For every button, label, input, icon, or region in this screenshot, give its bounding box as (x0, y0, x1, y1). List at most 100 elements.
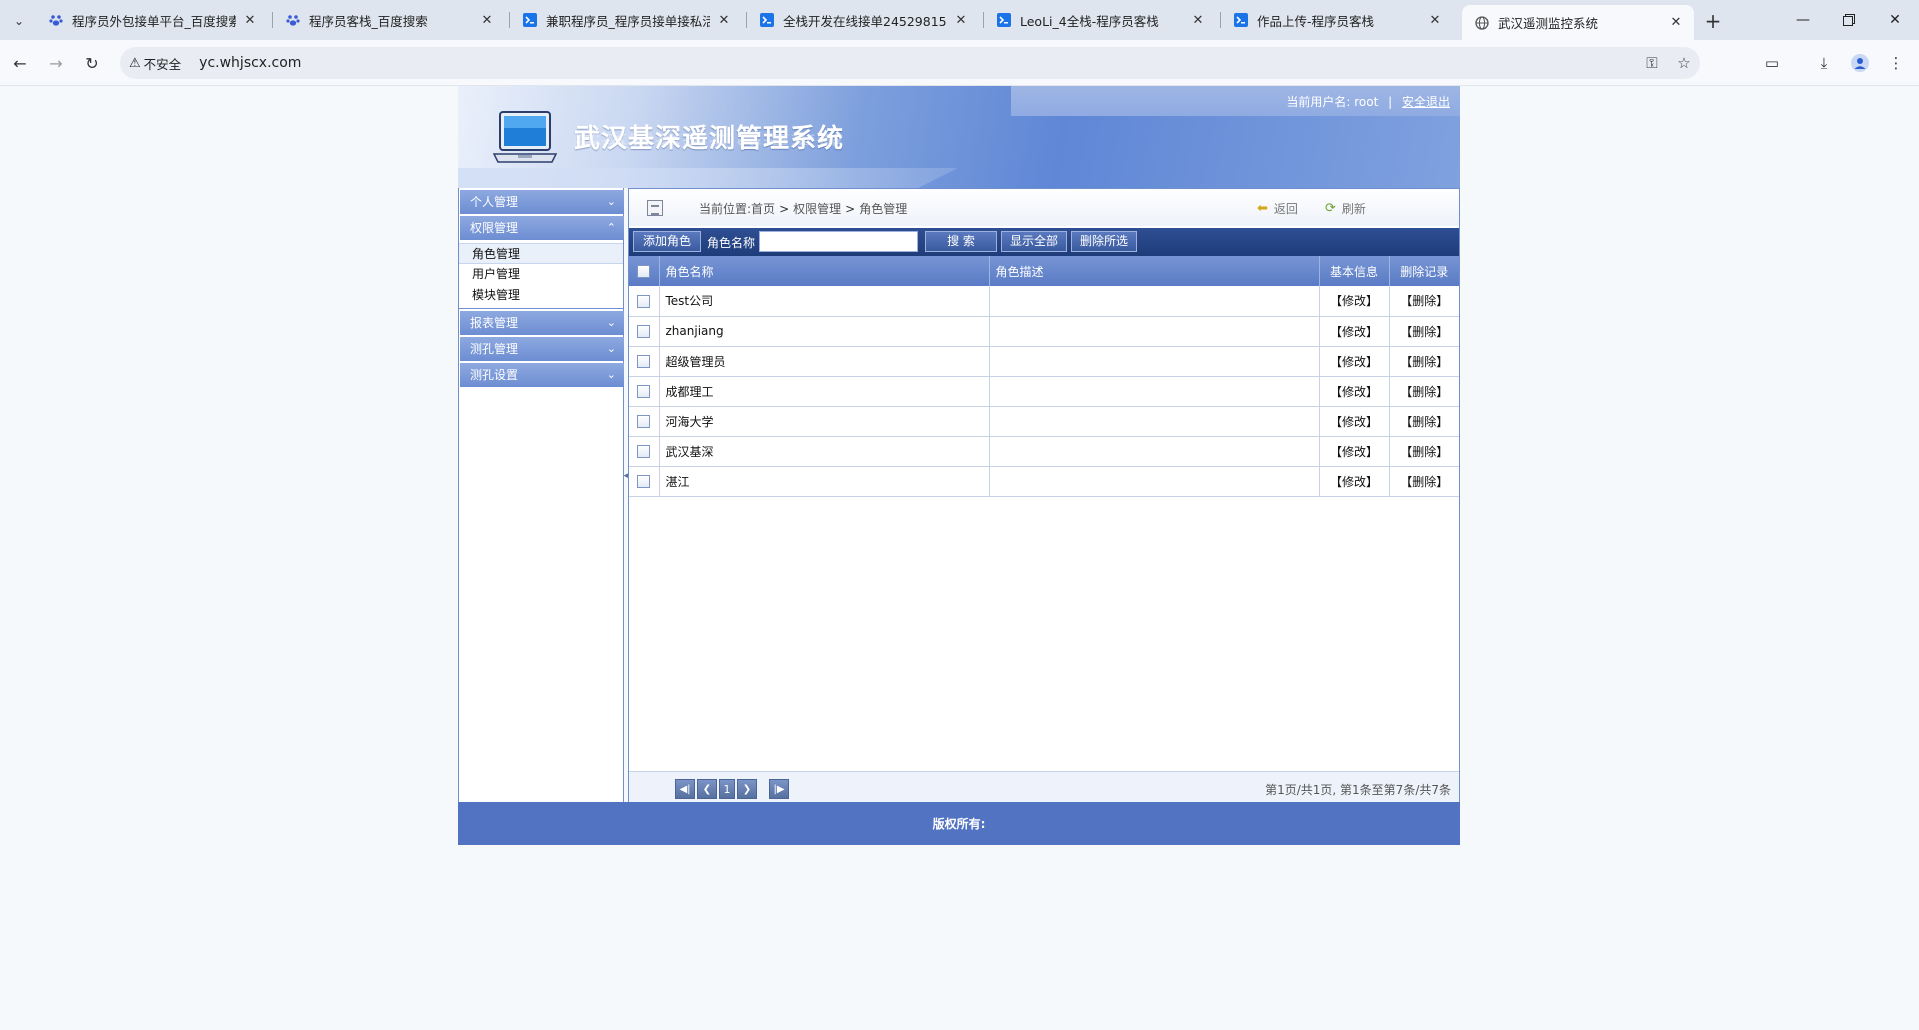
address-bar[interactable]: ⚠ 不安全 yc.whjscx.com ⚿ ☆ (120, 47, 1700, 79)
tab-title: 武汉遥测监控系统 (1498, 16, 1599, 31)
delete-cell: 【删除】 (1389, 436, 1459, 467)
delete-cell: 【删除】 (1389, 466, 1459, 497)
location-bar: 当前位置:首页 > 权限管理 > 角色管理 ⬅ 返回 ⟳ 刷新 (629, 189, 1459, 226)
browser-tab[interactable]: LeoLi_4全栈-程序员客栈 ✕ (984, 5, 1216, 35)
select-all-checkbox[interactable] (637, 265, 651, 278)
refresh-button[interactable]: ⟳ 刷新 (1325, 200, 1366, 217)
breadcrumb-separator: > (779, 202, 790, 216)
edit-cell: 【修改】 (1319, 376, 1390, 407)
edit-link[interactable]: 【修改】 (1330, 325, 1378, 339)
breadcrumb-home[interactable]: 首页 (751, 202, 775, 216)
url-text[interactable]: yc.whjscx.com (199, 55, 301, 71)
delete-link[interactable]: 【删除】 (1400, 445, 1448, 459)
tab-close-icon[interactable]: ✕ (242, 12, 258, 28)
next-page-icon[interactable]: ❯ (737, 779, 757, 799)
tab-close-icon[interactable]: ✕ (1668, 15, 1684, 31)
delete-selected-button[interactable]: 删除所选 (1071, 231, 1137, 252)
delete-cell: 【删除】 (1389, 406, 1459, 437)
browser-tab-active[interactable]: 武汉遥测监控系统 ✕ (1462, 5, 1694, 40)
profile-avatar-icon[interactable] (1846, 49, 1874, 77)
edit-link[interactable]: 【修改】 (1330, 475, 1378, 489)
submenu-item-role-management[interactable]: 角色管理 (459, 243, 623, 264)
bookmark-star-icon[interactable]: ☆ (1668, 54, 1700, 72)
row-checkbox[interactable] (637, 294, 651, 308)
menu-borehole-settings[interactable]: 测孔设置 ⌄ (460, 363, 624, 387)
delete-link[interactable]: 【删除】 (1400, 325, 1448, 339)
delete-link[interactable]: 【删除】 (1400, 415, 1448, 429)
edit-link[interactable]: 【修改】 (1330, 415, 1378, 429)
menu-permissions[interactable]: 权限管理 ⌃ (460, 216, 624, 240)
browser-tab[interactable]: 兼职程序员_程序员接单接私活 ✕ (510, 5, 742, 35)
reload-icon[interactable]: ↻ (78, 49, 106, 77)
menu-personal[interactable]: 个人管理 ⌄ (460, 190, 624, 214)
row-checkbox[interactable] (637, 445, 651, 458)
browser-tab[interactable]: 程序员外包接单平台_百度搜索 ✕ (36, 5, 268, 35)
table-row: Test公司 【修改】 【删除】 (629, 286, 1459, 317)
role-desc-cell (989, 436, 1320, 467)
tab-close-icon[interactable]: ✕ (1427, 12, 1443, 28)
menu-label: 测孔管理 (470, 342, 519, 356)
show-all-button[interactable]: 显示全部 (1001, 231, 1067, 252)
download-icon[interactable]: ⤓ (1810, 49, 1838, 77)
edit-link[interactable]: 【修改】 (1330, 385, 1378, 399)
extensions-puzzle-icon[interactable]: ▭ (1758, 49, 1786, 77)
app-header: 当前用户名: root | 安全退出 武汉基深遥测管理系统 武汉基深遥测管理系统 (458, 86, 1460, 188)
user-info-separator: | (1388, 95, 1393, 109)
column-header-role-desc[interactable]: 角色描述 (989, 256, 1320, 286)
forward-arrow-icon[interactable]: → (42, 49, 70, 77)
first-page-icon[interactable]: ◀| (675, 779, 695, 799)
close-window-icon[interactable]: ✕ (1872, 4, 1918, 36)
proginn-icon (759, 12, 775, 28)
role-name-search-input[interactable] (759, 231, 918, 252)
back-label: 返回 (1273, 202, 1298, 216)
search-button[interactable]: 搜 索 (925, 231, 997, 252)
browser-tab[interactable]: 程序员客栈_百度搜索 ✕ (273, 5, 505, 35)
browser-tab[interactable]: 全栈开发在线接单24529815158 ✕ (747, 5, 979, 35)
edit-link[interactable]: 【修改】 (1330, 445, 1378, 459)
row-checkbox[interactable] (637, 415, 651, 428)
tab-close-icon[interactable]: ✕ (1190, 12, 1206, 28)
prev-page-icon[interactable]: ❮ (697, 779, 717, 799)
tab-search-chevron-down-icon[interactable]: ⌄ (8, 10, 30, 32)
row-checkbox[interactable] (637, 385, 651, 398)
chevron-down-icon: ⌄ (606, 368, 616, 381)
tab-close-icon[interactable]: ✕ (716, 12, 732, 28)
breadcrumb-level1: 权限管理 (793, 202, 842, 216)
new-tab-plus-icon[interactable]: + (1700, 8, 1726, 34)
chevron-down-icon: ⌄ (606, 342, 616, 355)
browser-tab[interactable]: 作品上传-程序员客栈 ✕ (1221, 5, 1453, 35)
minimize-icon[interactable]: — (1780, 4, 1826, 36)
tab-close-icon[interactable]: ✕ (953, 12, 969, 28)
delete-link[interactable]: 【删除】 (1400, 355, 1448, 369)
edit-link[interactable]: 【修改】 (1330, 294, 1378, 308)
column-header-role-name[interactable]: 角色名称 (659, 256, 990, 286)
page-number[interactable]: 1 (719, 779, 735, 799)
row-checkbox[interactable] (637, 355, 651, 368)
delete-link[interactable]: 【删除】 (1400, 294, 1448, 308)
column-header-delete: 删除记录 (1389, 256, 1459, 286)
edit-link[interactable]: 【修改】 (1330, 355, 1378, 369)
submenu-item-user-management[interactable]: 用户管理 (459, 264, 623, 285)
back-button[interactable]: ⬅ 返回 (1257, 200, 1298, 217)
logout-link[interactable]: 安全退出 (1402, 95, 1450, 109)
last-page-icon[interactable]: |▶ (769, 779, 789, 799)
delete-cell: 【删除】 (1389, 286, 1459, 317)
delete-link[interactable]: 【删除】 (1400, 475, 1448, 489)
restore-icon[interactable] (1826, 4, 1872, 36)
more-menu-icon[interactable]: ⋮ (1882, 49, 1910, 77)
password-key-icon[interactable]: ⚿ (1636, 54, 1668, 72)
search-toolbar: 添加角色 角色名称 搜 索 显示全部 删除所选 (629, 228, 1459, 256)
edit-cell: 【修改】 (1319, 466, 1390, 497)
proginn-icon (996, 12, 1012, 28)
menu-borehole-management[interactable]: 测孔管理 ⌄ (460, 337, 624, 361)
back-arrow-icon[interactable]: ← (6, 49, 34, 77)
delete-link[interactable]: 【删除】 (1400, 385, 1448, 399)
not-secure-badge[interactable]: ⚠ 不安全 (129, 54, 181, 73)
row-checkbox[interactable] (637, 475, 651, 488)
submenu-item-module-management[interactable]: 模块管理 (459, 285, 623, 306)
tab-close-icon[interactable]: ✕ (479, 12, 495, 28)
add-role-button[interactable]: 添加角色 (633, 231, 701, 252)
sidebar: 个人管理 ⌄ 权限管理 ⌃ 角色管理 用户管理 模块管理 报表管理 ⌄ 测孔管理… (458, 188, 624, 804)
menu-reports[interactable]: 报表管理 ⌄ (460, 311, 624, 335)
row-checkbox[interactable] (637, 325, 651, 338)
